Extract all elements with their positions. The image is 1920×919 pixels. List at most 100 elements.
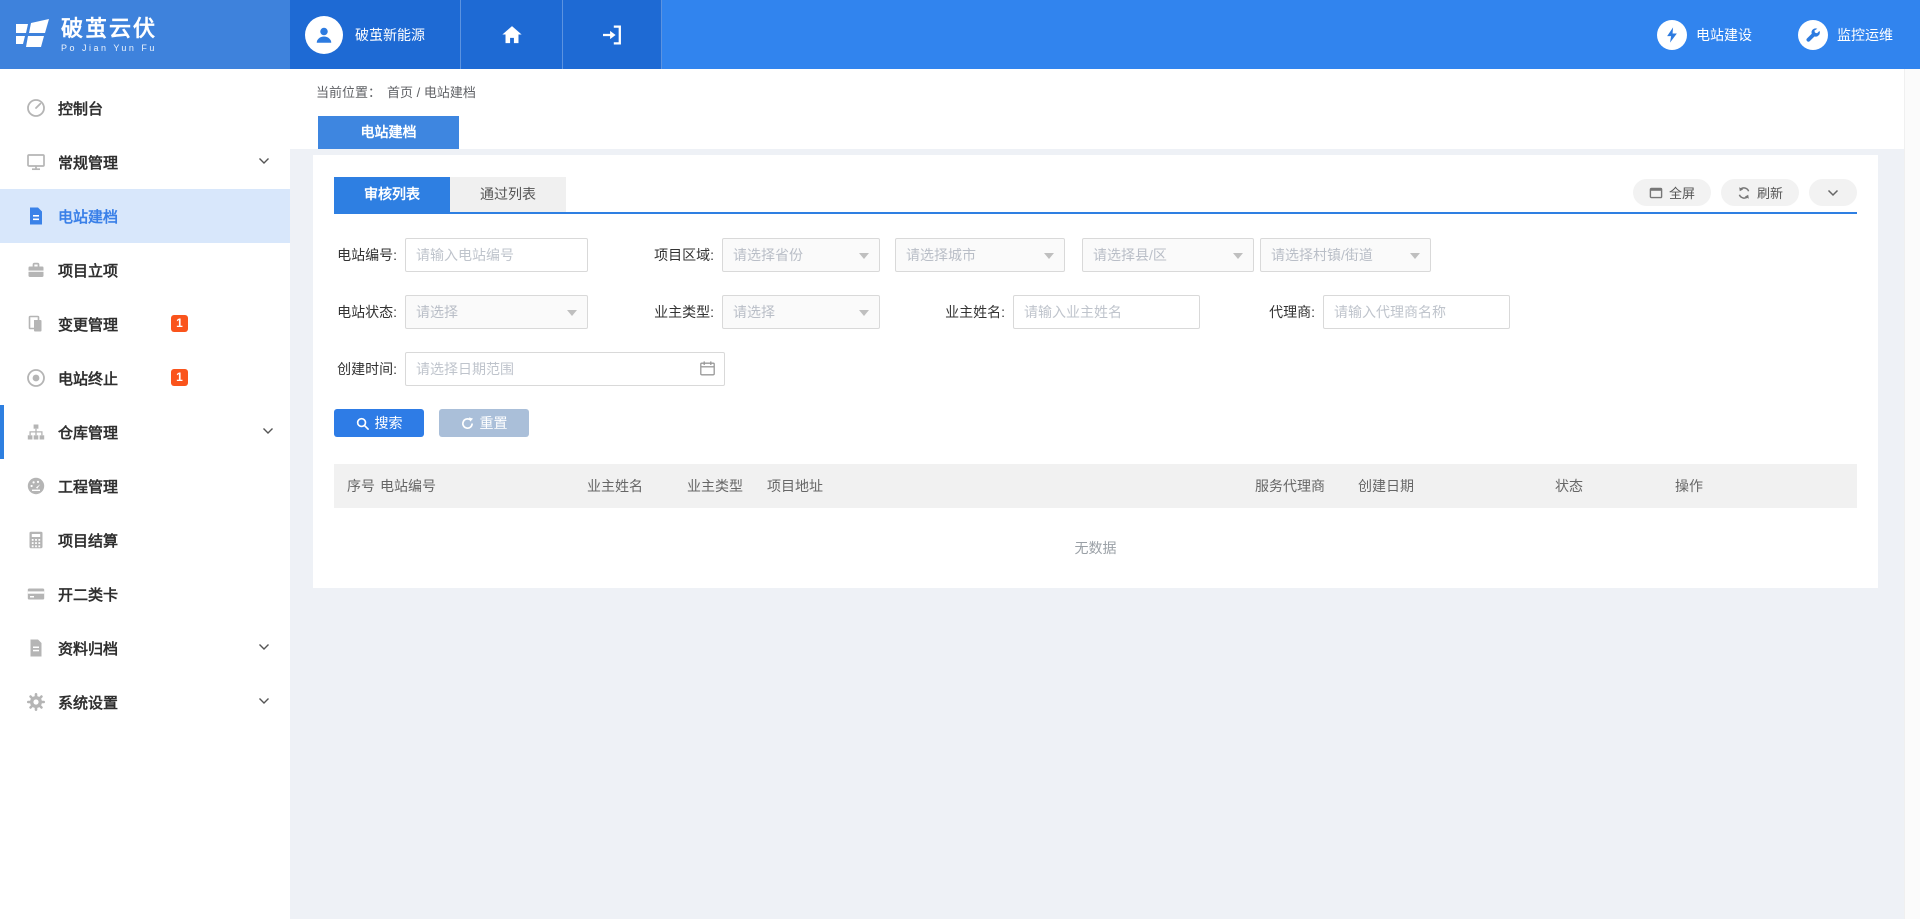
archive-doc-icon <box>26 638 46 658</box>
search-button[interactable]: 搜索 <box>334 409 424 437</box>
agent-group: 代理商: <box>1250 295 1510 329</box>
collapse-panel-button[interactable] <box>1809 179 1857 206</box>
col-header-create-date: 创建日期 <box>1358 464 1555 508</box>
file-icon <box>26 206 46 226</box>
owner-type-group: 业主类型: 请选择 <box>637 295 880 329</box>
nav-station-construction[interactable]: 电站建设 <box>1657 20 1752 50</box>
owner-type-select[interactable]: 请选择 <box>722 295 880 329</box>
search-icon <box>356 417 369 430</box>
sidebar-item-project-initiation[interactable]: 项目立项 <box>0 243 290 297</box>
copy-files-icon <box>26 314 46 334</box>
logout-button[interactable] <box>562 0 662 69</box>
chevron-down-icon <box>258 157 270 165</box>
fullscreen-icon <box>1649 186 1663 200</box>
sidebar-item-console[interactable]: 控制台 <box>0 81 290 135</box>
city-select[interactable]: 请选择城市 <box>895 238 1065 272</box>
reset-icon <box>461 417 474 430</box>
calendar-icon <box>699 360 716 377</box>
create-time-label: 创建时间: <box>334 359 405 379</box>
station-no-input[interactable] <box>405 238 588 272</box>
caret-down-icon <box>859 310 869 316</box>
briefcase-icon <box>26 260 46 280</box>
filter-row-2: 电站状态: 请选择 业主类型: 请选择 业主姓名: <box>334 295 1857 329</box>
refresh-button[interactable]: 刷新 <box>1721 179 1799 206</box>
table-header-row: 序号 电站编号 业主姓名 业主类型 项目地址 服务代理商 创建日期 状态 操作 <box>334 464 1857 508</box>
village-select-group: 请选择村镇/街道 <box>1260 238 1431 272</box>
calculator-icon <box>26 530 46 550</box>
breadcrumb-bar: 当前位置： 首页 / 电站建档 电站建档 <box>290 69 1904 149</box>
caret-down-icon <box>1233 253 1243 259</box>
col-header-service-agent: 服务代理商 <box>1255 464 1358 508</box>
sidebar-item-label: 仓库管理 <box>58 422 118 443</box>
fullscreen-button[interactable]: 全屏 <box>1633 179 1711 206</box>
login-arrow-icon <box>600 23 624 47</box>
sidebar-item-label: 项目立项 <box>58 260 118 281</box>
col-header-index: 序号 <box>334 464 380 508</box>
region-group: 项目区域: 请选择省份 <box>637 238 880 272</box>
caret-down-icon <box>567 310 577 316</box>
empty-state-row: 无数据 <box>334 508 1857 588</box>
caret-down-icon <box>1410 253 1420 259</box>
nav-monitoring-ops[interactable]: 监控运维 <box>1798 20 1893 50</box>
breadcrumb-prefix: 当前位置： <box>316 85 381 100</box>
header-spacer <box>662 0 1657 69</box>
chevron-down-icon <box>258 643 270 651</box>
wrench-icon <box>1798 20 1828 50</box>
region-label: 项目区域: <box>637 245 722 265</box>
status-select[interactable]: 请选择 <box>405 295 588 329</box>
sidebar-item-station-termination[interactable]: 电站终止 1 <box>0 351 290 405</box>
sidebar-item-change-mgmt[interactable]: 变更管理 1 <box>0 297 290 351</box>
station-termination-badge: 1 <box>171 369 188 386</box>
panel-toolbar: 全屏 刷新 <box>1633 179 1857 206</box>
user-menu[interactable]: 破茧新能源 <box>290 0 460 69</box>
refresh-label: 刷新 <box>1757 183 1783 202</box>
sidebar-item-system-settings[interactable]: 系统设置 <box>0 675 290 729</box>
chevron-down-icon <box>1827 189 1839 197</box>
home-button[interactable] <box>460 0 562 69</box>
bank-card-icon <box>26 584 46 604</box>
reset-button[interactable]: 重置 <box>439 409 529 437</box>
date-range-picker[interactable] <box>405 352 725 386</box>
sidebar-item-data-archive[interactable]: 资料归档 <box>0 621 290 675</box>
col-header-owner-name: 业主姓名 <box>587 464 687 508</box>
search-button-label: 搜索 <box>375 413 403 433</box>
breadcrumb-path[interactable]: 首页 / 电站建档 <box>387 85 476 100</box>
sidebar-item-label: 电站建档 <box>58 206 118 227</box>
agent-input[interactable] <box>1323 295 1510 329</box>
tabs-row: 审核列表 通过列表 全屏 刷新 <box>334 177 1857 212</box>
date-range-input[interactable] <box>405 352 725 386</box>
sidebar-item-warehouse-mgmt[interactable]: 仓库管理 <box>0 405 290 459</box>
county-select-group: 请选择县/区 <box>1082 238 1254 272</box>
chevron-down-icon <box>258 697 270 705</box>
sidebar-item-open-card[interactable]: 开二类卡 <box>0 567 290 621</box>
county-select[interactable]: 请选择县/区 <box>1082 238 1254 272</box>
col-header-actions: 操作 <box>1675 464 1857 508</box>
sidebar-item-label: 开二类卡 <box>58 584 118 605</box>
brand: 破茧云伏 Po Jian Yun Fu <box>0 0 290 69</box>
sidebar-item-engineering-mgmt[interactable]: 工程管理 <box>0 459 290 513</box>
col-header-station-no: 电站编号 <box>380 464 587 508</box>
status-group: 电站状态: 请选择 <box>334 295 588 329</box>
home-icon <box>500 23 524 47</box>
fullscreen-label: 全屏 <box>1669 183 1695 202</box>
village-select[interactable]: 请选择村镇/街道 <box>1260 238 1431 272</box>
brand-logo-icon <box>14 16 52 54</box>
sidebar-item-station-filing[interactable]: 电站建档 <box>0 189 290 243</box>
scrollbar[interactable] <box>1904 69 1920 919</box>
change-mgmt-badge: 1 <box>171 315 188 332</box>
sidebar-item-label: 项目结算 <box>58 530 118 551</box>
brand-subtitle: Po Jian Yun Fu <box>61 43 157 53</box>
filter-actions: 搜索 重置 <box>334 409 1857 437</box>
reset-button-label: 重置 <box>480 413 508 433</box>
status-label: 电站状态: <box>334 302 405 322</box>
results-table: 序号 电站编号 业主姓名 业主类型 项目地址 服务代理商 创建日期 状态 操作 … <box>334 464 1857 588</box>
tab-passed-list[interactable]: 通过列表 <box>450 177 566 212</box>
tab-review-list[interactable]: 审核列表 <box>334 177 450 212</box>
owner-name-input[interactable] <box>1013 295 1200 329</box>
sidebar-item-project-settlement[interactable]: 项目结算 <box>0 513 290 567</box>
caret-down-icon <box>859 253 869 259</box>
province-select[interactable]: 请选择省份 <box>722 238 880 272</box>
sidebar-item-general-mgmt[interactable]: 常规管理 <box>0 135 290 189</box>
monitor-icon <box>26 152 46 172</box>
page-tab-station-filing[interactable]: 电站建档 <box>318 116 459 149</box>
